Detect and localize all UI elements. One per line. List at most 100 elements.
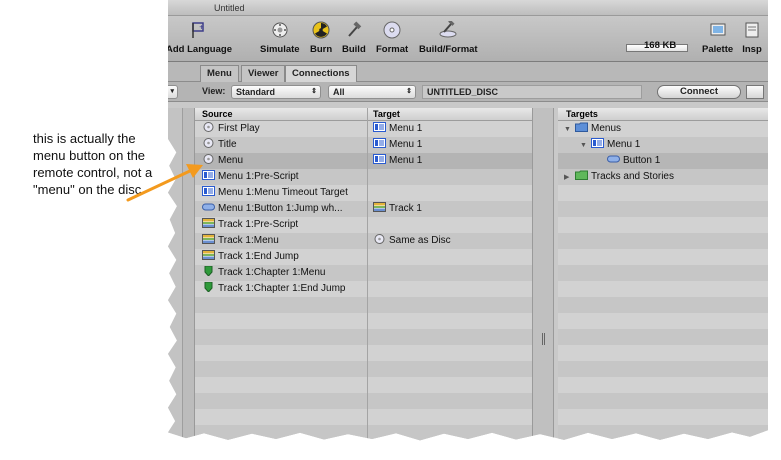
scrollbar[interactable] <box>182 108 194 441</box>
empty-row <box>558 281 768 297</box>
track-icon <box>373 202 389 214</box>
grip-icon <box>542 333 545 345</box>
empty-row <box>558 377 768 393</box>
source-label: Track 1:Chapter 1:End Jump <box>218 283 346 294</box>
disc-name-field[interactable]: UNTITLED_DISC <box>422 85 642 99</box>
source-cell[interactable]: Track 1:Menu <box>202 233 279 249</box>
target-column-header[interactable]: Target <box>373 108 400 120</box>
source-label: Track 1:Chapter 1:Menu <box>218 267 326 278</box>
build-button[interactable]: Build <box>342 20 366 55</box>
target-cell[interactable]: Same as Disc <box>373 233 451 249</box>
source-cell[interactable]: First Play <box>202 121 260 137</box>
build-format-button[interactable]: Build/Format <box>419 20 478 55</box>
targets-header: Targets <box>558 108 768 121</box>
empty-row <box>195 393 532 409</box>
table-row[interactable]: Track 1:End Jump <box>195 249 532 265</box>
remote-control-icon <box>270 20 290 40</box>
view-label: View: <box>202 86 226 96</box>
burn-radioactive-icon <box>311 20 331 40</box>
burn-button[interactable]: Burn <box>310 20 332 55</box>
inspector-button[interactable]: Insp <box>742 20 762 55</box>
connect-button[interactable]: Connect <box>657 85 741 99</box>
table-row[interactable]: Menu 1:Button 1:Jump wh... Track 1 <box>195 201 532 217</box>
source-cell[interactable]: Menu 1:Pre-Script <box>202 169 299 185</box>
tab-viewer[interactable]: Viewer <box>241 65 286 82</box>
folder-green-icon <box>575 170 591 182</box>
view-select[interactable]: Standard ⇕ <box>231 85 321 99</box>
empty-row <box>558 233 768 249</box>
empty-row <box>558 201 768 217</box>
source-column-header[interactable]: Source <box>202 108 233 120</box>
source-cell[interactable]: Track 1:End Jump <box>202 249 299 265</box>
view-mode-button[interactable] <box>746 85 764 99</box>
empty-row <box>558 361 768 377</box>
disclosure-closed-icon[interactable]: ▶ <box>564 170 572 186</box>
targets-rows: ▼ Menus ▼ Menu 1 Button 1 ▶ Tracks and Stories <box>558 121 768 441</box>
menu-icon <box>373 122 389 134</box>
table-row[interactable]: Menu 1:Menu Timeout Target <box>195 185 532 201</box>
disc-item-icon <box>202 138 218 150</box>
target-cell[interactable]: Menu 1 <box>373 153 422 169</box>
collapse-popup[interactable]: ▾ <box>168 85 178 99</box>
chapter-marker-icon <box>202 282 218 294</box>
add-language-button[interactable]: + Add Language <box>168 20 232 55</box>
source-cell[interactable]: Track 1:Chapter 1:Menu <box>202 265 325 281</box>
table-row[interactable]: Track 1:Pre-Script <box>195 217 532 233</box>
table-row[interactable]: Track 1:Menu Same as Disc <box>195 233 532 249</box>
target-cell[interactable]: Menu 1 <box>373 137 422 153</box>
format-button[interactable]: Format <box>376 20 408 55</box>
pane-splitter[interactable] <box>532 108 554 441</box>
tree-item[interactable]: ▶ Tracks and Stories <box>558 169 768 185</box>
empty-row <box>195 425 532 441</box>
tree-item[interactable]: ▼ Menu 1 <box>558 137 768 153</box>
filter-select[interactable]: All ⇕ <box>328 85 416 99</box>
target-cell[interactable]: Track 1 <box>373 201 422 217</box>
source-cell[interactable]: Menu 1:Menu Timeout Target <box>202 185 348 201</box>
source-label: Menu 1:Pre-Script <box>218 171 299 182</box>
source-cell[interactable]: Track 1:Pre-Script <box>202 217 298 233</box>
target-cell[interactable]: Menu 1 <box>373 121 422 137</box>
tab-bar: Menu Viewer Connections <box>168 62 768 82</box>
simulate-button[interactable]: Simulate <box>260 20 300 55</box>
table-row[interactable]: Track 1:Chapter 1:Menu <box>195 265 532 281</box>
table-row[interactable]: Track 1:Chapter 1:End Jump <box>195 281 532 297</box>
tree-item-content: ▼ Menu 1 <box>580 137 640 154</box>
palette-button[interactable]: Palette <box>702 20 733 55</box>
chevron-updown-icon: ⇕ <box>406 88 412 95</box>
source-label: First Play <box>218 123 260 134</box>
menu-icon <box>202 186 218 198</box>
menu-icon <box>373 154 389 166</box>
source-label: Title <box>218 139 237 150</box>
toolbar-label: Palette <box>702 44 734 55</box>
disc-item-icon <box>202 154 218 166</box>
source-cell[interactable]: Menu <box>202 153 243 169</box>
tree-item-label: Tracks and Stories <box>591 171 674 182</box>
target-label: Menu 1 <box>389 155 423 166</box>
tree-item[interactable]: ▼ Menus <box>558 121 768 137</box>
tree-item-content: ▼ Menus <box>564 121 621 138</box>
toolbar-label: Burn <box>310 44 333 55</box>
target-label: Same as Disc <box>389 235 451 246</box>
tree-item-label: Menus <box>591 123 622 134</box>
table-row[interactable]: Menu 1:Pre-Script <box>195 169 532 185</box>
table-row[interactable]: First Play Menu 1 <box>195 121 532 137</box>
disc-item-icon <box>202 122 218 134</box>
disclosure-open-icon[interactable]: ▼ <box>564 122 572 138</box>
table-row[interactable]: Menu Menu 1 <box>195 153 532 169</box>
source-rows: First Play Menu 1 Title Menu 1 Menu Menu 1 Men… <box>195 121 532 441</box>
source-cell[interactable]: Track 1:Chapter 1:End Jump <box>202 281 345 297</box>
table-row[interactable]: Title Menu 1 <box>195 137 532 153</box>
tab-menu[interactable]: Menu <box>200 65 239 82</box>
connections-source-list: Source Target First Play Menu 1 Title Menu … <box>195 108 532 441</box>
source-list-header: Source Target <box>195 108 532 121</box>
disclosure-open-icon[interactable]: ▼ <box>580 138 588 154</box>
empty-row <box>558 409 768 425</box>
source-label: Menu 1:Button 1:Jump wh... <box>218 203 343 214</box>
source-label: Track 1:End Jump <box>218 251 299 262</box>
source-cell[interactable]: Title <box>202 137 237 153</box>
source-cell[interactable]: Menu 1:Button 1:Jump wh... <box>202 201 343 217</box>
empty-row <box>558 425 768 441</box>
tree-item[interactable]: Button 1 <box>558 153 768 169</box>
tab-connections[interactable]: Connections <box>285 65 357 82</box>
empty-row <box>558 265 768 281</box>
